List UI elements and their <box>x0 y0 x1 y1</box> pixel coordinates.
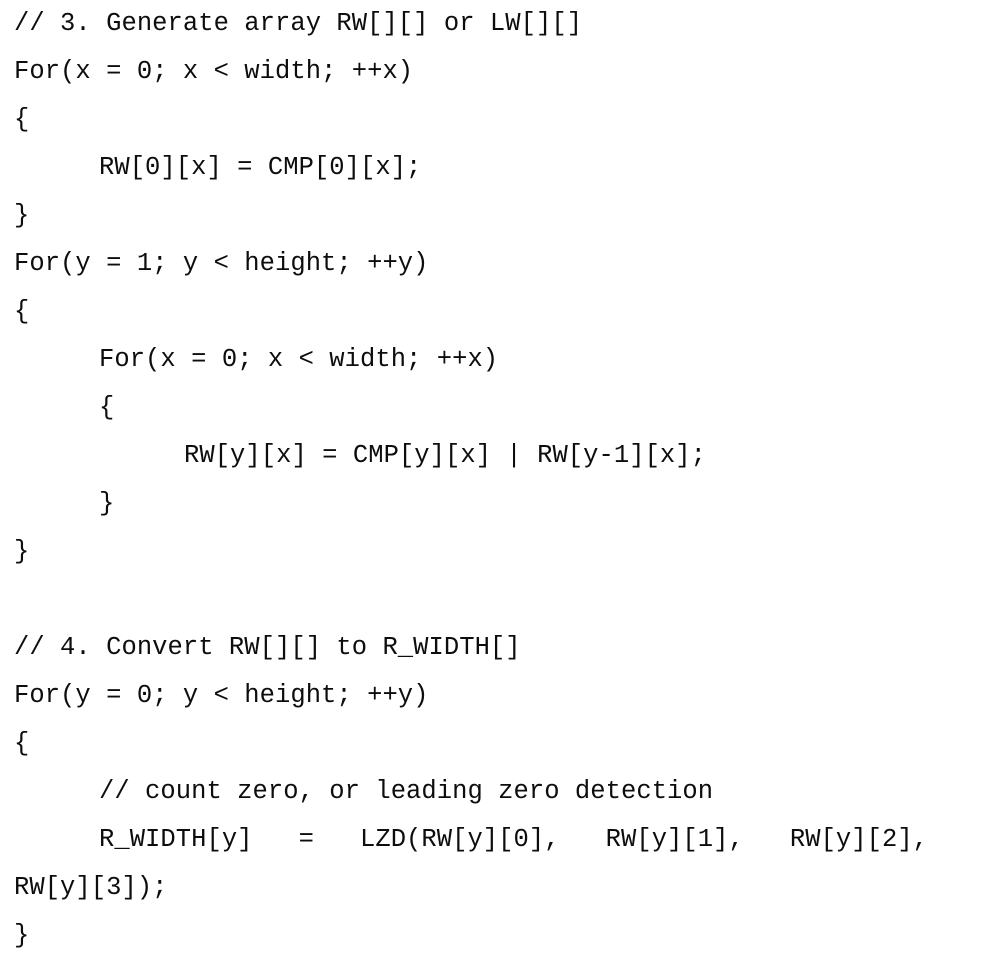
code-line: } <box>0 528 1000 576</box>
code-line-text: For(x = 0; x < width; ++x) <box>14 57 414 86</box>
code-line: R_WIDTH[y] = LZD(RW[y][0], RW[y][1], RW[… <box>0 816 1000 864</box>
code-line: { <box>0 96 1000 144</box>
code-line: For(y = 1; y < height; ++y) <box>0 240 1000 288</box>
code-line-text: RW[0][x] = CMP[0][x]; <box>99 153 422 182</box>
code-line: For(x = 0; x < width; ++x) <box>0 336 1000 384</box>
code-line: // 4. Convert RW[][] to R_WIDTH[] <box>0 624 1000 672</box>
code-line-text: { <box>14 729 30 758</box>
code-line: { <box>0 720 1000 768</box>
code-line: { <box>0 288 1000 336</box>
code-line-text: { <box>14 297 30 326</box>
code-line: RW[0][x] = CMP[0][x]; <box>0 144 1000 192</box>
code-line-text: // count zero, or leading zero detection <box>99 777 714 806</box>
code-line-text: For(y = 1; y < height; ++y) <box>14 249 429 278</box>
code-line-text: } <box>14 921 30 950</box>
code-line: RW[y][3]); <box>0 864 1000 912</box>
code-line: // count zero, or leading zero detection <box>0 768 1000 816</box>
code-line-text: For(x = 0; x < width; ++x) <box>99 345 499 374</box>
code-line: { <box>0 384 1000 432</box>
code-line-text: // 4. Convert RW[][] to R_WIDTH[] <box>14 633 521 662</box>
code-line-text: } <box>14 201 30 230</box>
code-line: } <box>0 480 1000 528</box>
code-listing: // 3. Generate array RW[][] or LW[][] For… <box>0 0 1000 968</box>
code-line-text: } <box>99 489 115 518</box>
code-line: // 3. Generate array RW[][] or LW[][] <box>0 0 1000 48</box>
code-line-text: } <box>14 537 30 566</box>
code-line-text: R_WIDTH[y] = LZD(RW[y][0], RW[y][1], RW[… <box>99 825 929 854</box>
code-line-text: { <box>99 393 115 422</box>
code-line: } <box>0 912 1000 960</box>
code-line-text: { <box>14 105 30 134</box>
code-line-text: RW[y][3]); <box>14 873 168 902</box>
code-line-text: For(y = 0; y < height; ++y) <box>14 681 429 710</box>
code-line: For(x = 0; x < width; ++x) <box>0 48 1000 96</box>
code-line-text: // 3. Generate array RW[][] or LW[][] <box>14 9 583 38</box>
code-line: RW[y][x] = CMP[y][x] | RW[y-1][x]; <box>0 432 1000 480</box>
code-line: For(y = 0; y < height; ++y) <box>0 672 1000 720</box>
code-line-text: RW[y][x] = CMP[y][x] | RW[y-1][x]; <box>184 441 706 470</box>
code-line: } <box>0 192 1000 240</box>
